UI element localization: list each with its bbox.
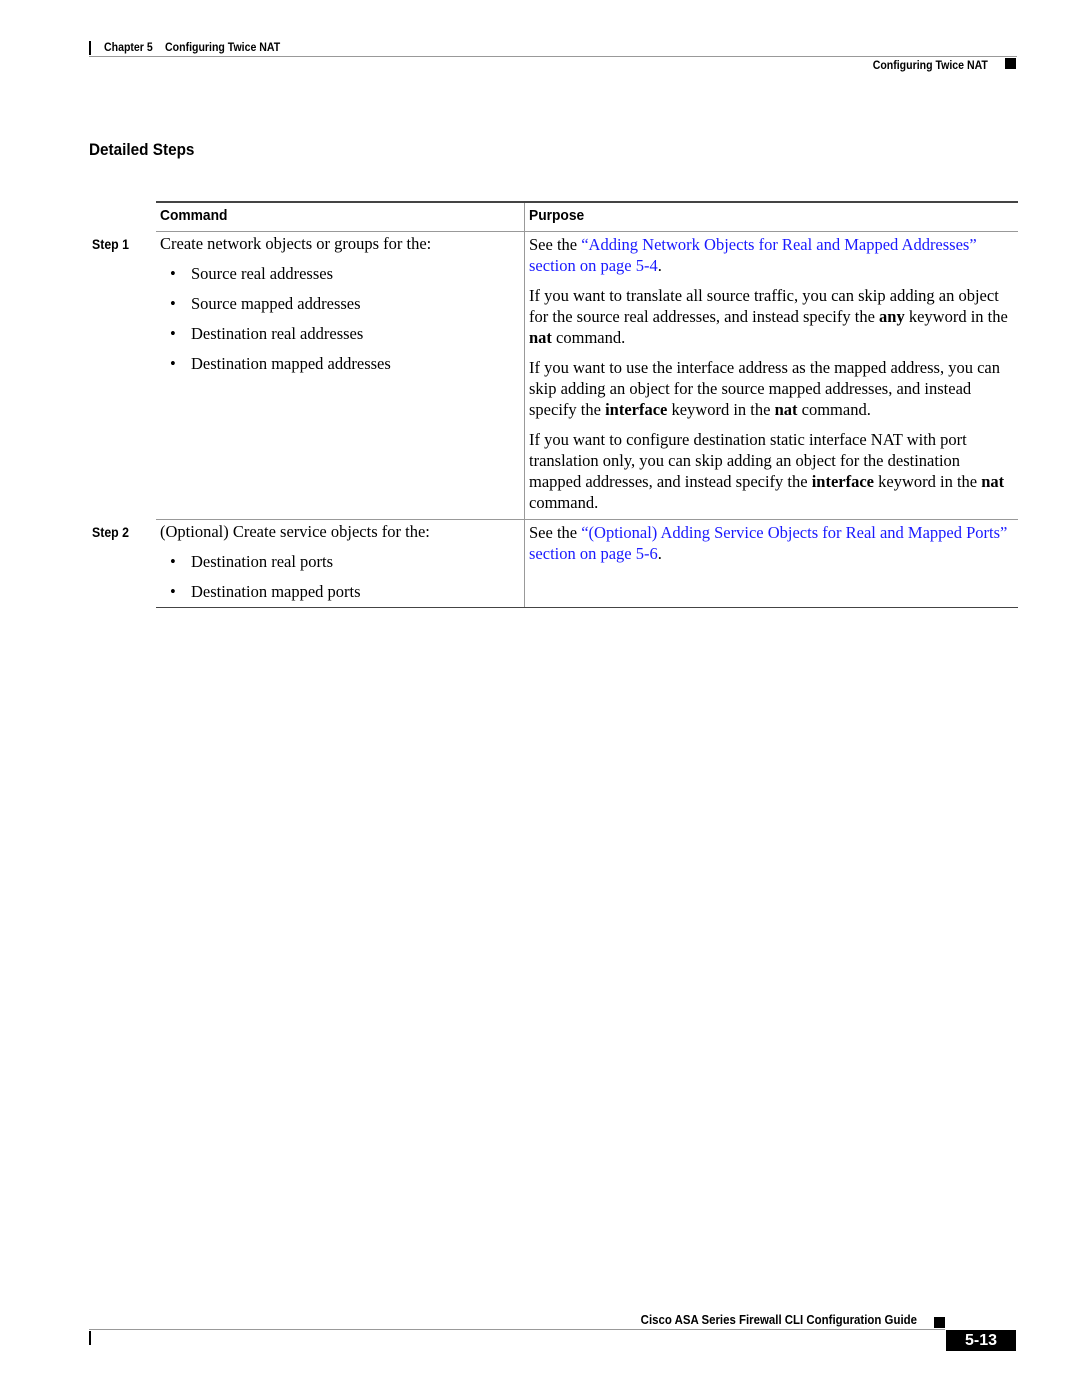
bullet-icon: • bbox=[170, 552, 176, 571]
list-item: Destination mapped ports bbox=[191, 582, 361, 601]
bullet-icon: • bbox=[170, 354, 176, 373]
running-header-chapter: Chapter 5 Configuring Twice NAT bbox=[104, 40, 280, 54]
header-rule bbox=[89, 56, 1017, 57]
column-header-purpose: Purpose bbox=[529, 207, 585, 224]
column-divider bbox=[524, 203, 525, 608]
purpose-text: command. bbox=[529, 493, 599, 512]
list-item: Destination real ports bbox=[191, 552, 334, 571]
chapter-label: Chapter 5 bbox=[104, 40, 153, 54]
footer-left-bar bbox=[89, 1331, 91, 1345]
table-header-rule bbox=[156, 231, 1018, 232]
column-header-command: Command bbox=[160, 207, 228, 224]
header-square-marker bbox=[1005, 58, 1016, 69]
list-item: Source real addresses bbox=[191, 264, 334, 283]
keyword-nat: nat bbox=[981, 472, 1005, 491]
section-title: Detailed Steps bbox=[89, 140, 195, 159]
bullet-icon: • bbox=[170, 294, 176, 313]
cross-reference-link[interactable]: “(Optional) Adding Service Objects for R… bbox=[529, 523, 1007, 563]
list-item: Destination mapped addresses bbox=[191, 354, 391, 373]
step-1-command: Create network objects or groups for the… bbox=[160, 234, 432, 253]
step-1-label: Step 1 bbox=[92, 236, 129, 252]
header-left-bar bbox=[89, 41, 91, 55]
purpose-text: command. bbox=[797, 400, 871, 419]
keyword-interface: interface bbox=[811, 472, 874, 491]
row-divider bbox=[156, 519, 1018, 520]
purpose-text: See the bbox=[529, 235, 582, 254]
purpose-text: keyword in the bbox=[874, 472, 982, 491]
bullet-icon: • bbox=[170, 324, 176, 343]
purpose-text: keyword in the bbox=[667, 400, 775, 419]
keyword-any: any bbox=[879, 307, 905, 326]
purpose-text: . bbox=[657, 544, 662, 563]
running-header-section: Configuring Twice NAT bbox=[872, 58, 988, 72]
cross-reference-link[interactable]: “Adding Network Objects for Real and Map… bbox=[529, 235, 977, 275]
purpose-text: See the bbox=[529, 523, 582, 542]
bullet-icon: • bbox=[170, 264, 176, 283]
table-bottom-rule bbox=[156, 607, 1018, 608]
bullet-icon: • bbox=[170, 582, 176, 601]
purpose-text: keyword in the bbox=[904, 307, 1008, 326]
list-item: Source mapped addresses bbox=[191, 294, 361, 313]
step-1-purpose-static-interface: If you want to configure destination sta… bbox=[529, 429, 1014, 513]
purpose-text: . bbox=[657, 256, 662, 275]
list-item: Destination real addresses bbox=[191, 324, 364, 343]
step-2-purpose-reference: See the “(Optional) Adding Service Objec… bbox=[529, 522, 1014, 564]
footer-guide-title: Cisco ASA Series Firewall CLI Configurat… bbox=[640, 1312, 917, 1327]
keyword-interface: interface bbox=[605, 400, 668, 419]
purpose-text: command. bbox=[551, 328, 626, 347]
footer-rule bbox=[89, 1329, 945, 1330]
chapter-title: Configuring Twice NAT bbox=[165, 40, 281, 54]
keyword-nat: nat bbox=[529, 328, 552, 347]
footer-square-marker bbox=[934, 1317, 945, 1328]
page-number: 5-13 bbox=[946, 1330, 1016, 1351]
step-2-label: Step 2 bbox=[92, 524, 129, 540]
step-2-command: (Optional) Create service objects for th… bbox=[160, 522, 430, 541]
step-1-purpose-interface: If you want to use the interface address… bbox=[529, 357, 1014, 420]
step-1-purpose-any: If you want to translate all source traf… bbox=[529, 285, 1014, 348]
keyword-nat: nat bbox=[774, 400, 798, 419]
table-top-rule bbox=[156, 201, 1018, 203]
step-1-purpose-reference: See the “Adding Network Objects for Real… bbox=[529, 234, 1014, 276]
